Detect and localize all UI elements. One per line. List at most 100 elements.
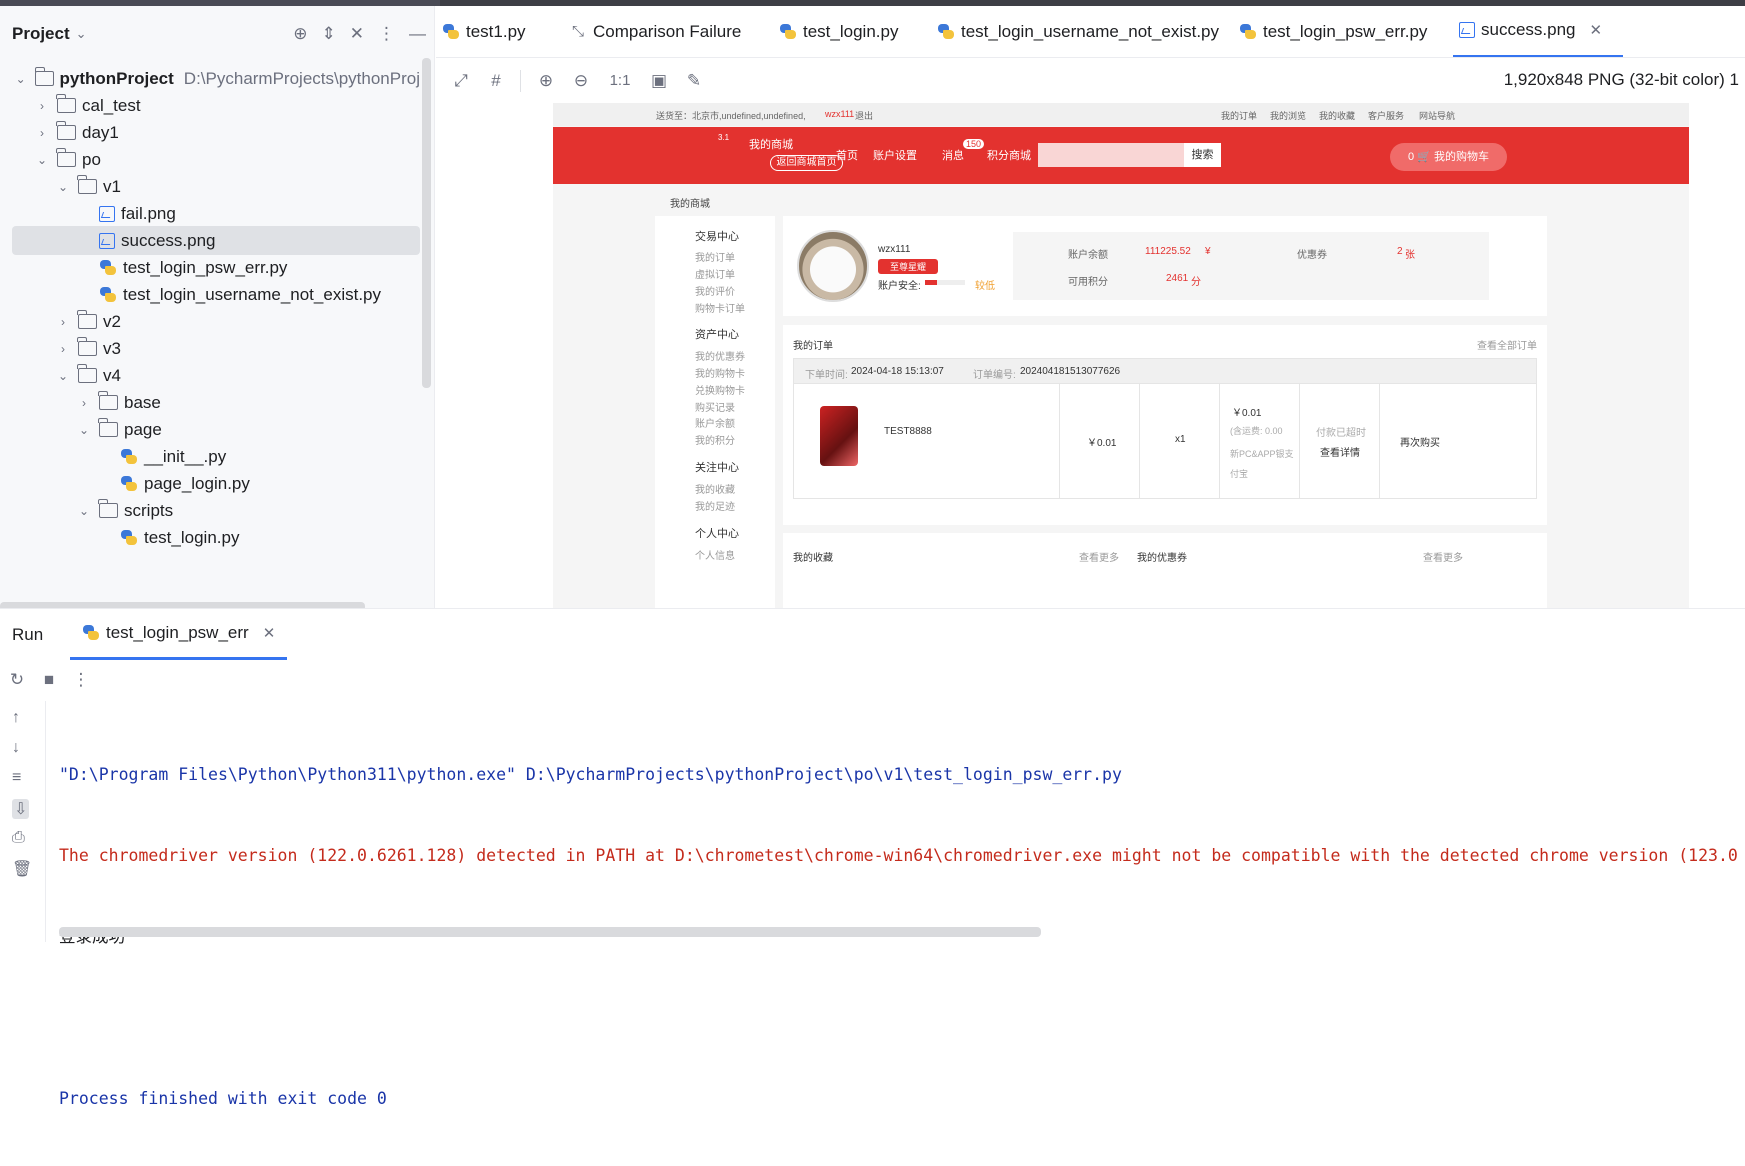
tree-item[interactable]: › cal_test [12, 91, 420, 120]
tree-item[interactable]: ⌄ v4 [12, 361, 420, 390]
expand-all-icon[interactable]: ⇕ [322, 24, 336, 44]
fit-zoom-icon[interactable]: ⤢ [451, 71, 471, 91]
order-qty: x1 [1175, 434, 1186, 445]
product-image [820, 406, 858, 466]
tree-item-label[interactable]: v1 [103, 177, 121, 197]
tree-item[interactable]: __init__.py [12, 442, 420, 471]
locate-icon[interactable]: ⊕ [293, 24, 307, 44]
tree-item[interactable]: › day1 [12, 118, 420, 147]
stop-icon[interactable]: ■ [36, 670, 62, 690]
points-value: 2461 [1166, 273, 1189, 284]
tree-item[interactable]: › v3 [12, 334, 420, 363]
tree-vertical-scrollbar[interactable] [422, 58, 431, 388]
tree-item-label[interactable]: base [124, 393, 161, 413]
tree-item-label[interactable]: day1 [82, 123, 119, 143]
more-options-icon[interactable]: ⋮ [68, 670, 94, 690]
security-bar-fill [925, 280, 937, 285]
chevron-right-icon[interactable]: › [77, 396, 91, 410]
arrow-up-icon[interactable]: ↑ [12, 709, 20, 727]
editor-tab-label[interactable]: success.png [1481, 20, 1576, 40]
tree-item[interactable]: ⌄ page [12, 415, 420, 444]
tree-item-label[interactable]: test_login.py [144, 528, 239, 548]
tree-item[interactable]: ⌄ pythonProject D:\PycharmProjects\pythonP… [12, 64, 420, 93]
chevron-right-icon[interactable]: › [56, 315, 70, 329]
chevron-down-icon[interactable]: ⌄ [56, 369, 70, 383]
tree-item[interactable]: ⌄ po [12, 145, 420, 174]
editor-tab[interactable]: test_login_psw_err.py [1233, 6, 1453, 57]
tree-item[interactable]: page_login.py [12, 469, 420, 498]
color-picker-icon[interactable]: ✎ [684, 71, 704, 91]
tree-item-label[interactable]: test_login_username_not_exist.py [123, 285, 381, 305]
zoom-in-icon[interactable]: ⊕ [536, 71, 556, 91]
editor-tab[interactable]: test_login.py [773, 6, 931, 57]
run-tab-label[interactable]: test_login_psw_err [106, 623, 249, 643]
tree-item-label[interactable]: page [124, 420, 162, 440]
chevron-down-icon[interactable]: ⌄ [77, 423, 91, 437]
tree-item[interactable]: success.png [12, 226, 420, 255]
site-profile-card: wzx111 至尊星耀 账户安全: 较低 账户余额 111225.52 ¥ 优惠… [783, 216, 1547, 316]
tree-item[interactable]: › v2 [12, 307, 420, 336]
chevron-right-icon[interactable]: › [35, 99, 49, 113]
editor-tab[interactable]: test_login_username_not_exist.py [931, 6, 1233, 57]
tree-item[interactable]: fail.png [12, 199, 420, 228]
close-icon[interactable]: ✕ [1590, 21, 1603, 39]
tree-item[interactable]: test_login.py [12, 523, 420, 552]
tree-item[interactable]: test_login_psw_err.py [12, 253, 420, 282]
tree-item-label[interactable]: po [82, 150, 101, 170]
tree-item[interactable]: › base [12, 388, 420, 417]
trash-icon[interactable]: 🗑 [12, 859, 32, 879]
project-title[interactable]: Project [12, 24, 70, 44]
tree-item-label[interactable]: cal_test [82, 96, 141, 116]
scroll-to-end-icon[interactable]: ⇩ [12, 799, 30, 819]
print-icon[interactable]: ⎙ [12, 829, 25, 847]
hide-panel-icon[interactable]: — [409, 24, 426, 44]
menu-heading: 资产中心 [695, 329, 739, 341]
tree-item[interactable]: ⌄ scripts [12, 496, 420, 525]
python-file-icon [99, 259, 117, 277]
menu-heading: 交易中心 [695, 231, 739, 243]
run-tab[interactable]: test_login_psw_err ✕ [70, 609, 288, 660]
editor-tab-label[interactable]: test_login_psw_err.py [1263, 22, 1427, 42]
fit-window-icon[interactable]: ▣ [649, 71, 669, 91]
tree-item-label[interactable]: v2 [103, 312, 121, 332]
editor-tab-label[interactable]: Comparison Failure [593, 22, 741, 42]
collapse-all-icon[interactable]: ✕ [350, 24, 364, 44]
grid-icon[interactable]: # [486, 71, 506, 91]
tree-item-label[interactable]: v3 [103, 339, 121, 359]
soft-wrap-icon[interactable]: ≡ [12, 769, 21, 787]
editor-tab[interactable]: test1.py [436, 6, 563, 57]
chevron-down-icon[interactable]: ⌄ [56, 180, 70, 194]
rerun-icon[interactable]: ↻ [4, 670, 30, 690]
arrow-down-icon[interactable]: ↓ [12, 739, 20, 757]
tree-item-label[interactable]: page_login.py [144, 474, 250, 494]
order-status: 付款已超时 [1316, 428, 1366, 439]
tree-item-label[interactable]: test_login_psw_err.py [123, 258, 287, 278]
editor-tab-label[interactable]: test1.py [466, 22, 526, 42]
chevron-down-icon[interactable]: ⌄ [35, 153, 49, 167]
tree-item[interactable]: test_login_username_not_exist.py [12, 280, 420, 309]
chevron-right-icon[interactable]: › [56, 342, 70, 356]
tree-item[interactable]: ⌄ v1 [12, 172, 420, 201]
chevron-down-icon[interactable]: ⌄ [77, 504, 91, 518]
more-options-icon[interactable]: ⋮ [378, 24, 395, 44]
editor-tab-label[interactable]: test_login.py [803, 22, 898, 42]
chevron-down-icon[interactable]: ⌄ [14, 72, 27, 86]
order-time-label: 下单时间: [805, 370, 848, 381]
run-title: Run [12, 624, 44, 644]
console-horizontal-scrollbar[interactable] [59, 927, 1041, 937]
close-icon[interactable]: ✕ [263, 624, 276, 642]
tree-item-label[interactable]: __init__.py [144, 447, 226, 467]
zoom-out-icon[interactable]: ⊖ [571, 71, 591, 91]
chevron-down-icon[interactable]: ⌄ [76, 26, 87, 42]
chevron-right-icon[interactable]: › [35, 126, 49, 140]
tree-item-label[interactable]: success.png [121, 231, 216, 251]
orders-title: 我的订单 [793, 341, 833, 352]
tree-item-label[interactable]: scripts [124, 501, 173, 521]
actual-size-button[interactable]: 1:1 [606, 72, 634, 89]
editor-tab[interactable]: ⤡ Comparison Failure [563, 6, 773, 57]
editor-tab-label[interactable]: test_login_username_not_exist.py [961, 22, 1219, 42]
editor-tab[interactable]: success.png ✕ [1453, 6, 1623, 57]
tree-item-label[interactable]: fail.png [121, 204, 176, 224]
tree-item-label[interactable]: v4 [103, 366, 121, 386]
tree-item-label[interactable]: pythonProject [60, 69, 174, 89]
